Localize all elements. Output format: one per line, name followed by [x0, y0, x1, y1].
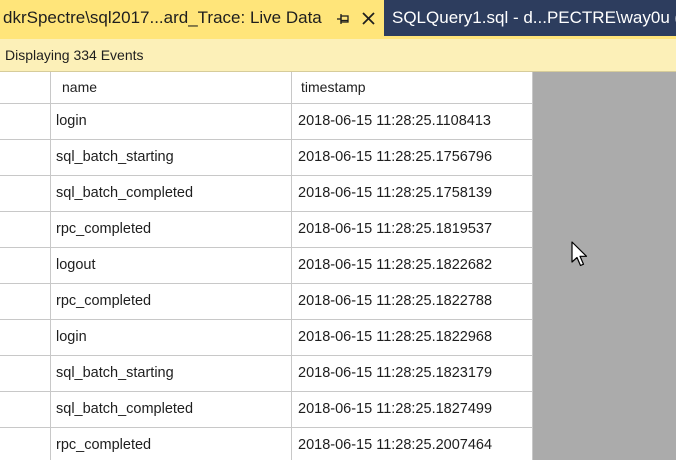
cell-name[interactable]: sql_batch_completed: [51, 176, 292, 211]
cell-name[interactable]: rpc_completed: [51, 284, 292, 319]
table-row[interactable]: sql_batch_starting 2018-06-15 11:28:25.18…: [0, 356, 533, 392]
cell-timestamp[interactable]: 2018-06-15 11:28:25.1108413: [292, 104, 533, 139]
tab-sqlquery1[interactable]: SQLQuery1.sql - d...PECTRE\way0u (: [384, 0, 676, 39]
row-selector[interactable]: [0, 428, 51, 460]
cell-name[interactable]: login: [51, 320, 292, 355]
cell-name[interactable]: login: [51, 104, 292, 139]
tab-sqlquery1-label: SQLQuery1.sql - d...PECTRE\way0u (: [392, 8, 676, 27]
row-selector[interactable]: [0, 104, 51, 139]
cell-timestamp[interactable]: 2018-06-15 11:28:25.1822788: [292, 284, 533, 319]
table-row[interactable]: sql_batch_completed 2018-06-15 11:28:25.1…: [0, 176, 533, 212]
pin-icon[interactable]: [336, 10, 350, 28]
row-selector[interactable]: [0, 284, 51, 319]
grid-header: name timestamp: [0, 72, 533, 104]
column-header-timestamp[interactable]: timestamp: [292, 72, 533, 103]
document-tab-strip: dkrSpectre\sql2017...ard_Trace: Live Dat…: [0, 0, 676, 39]
cell-timestamp[interactable]: 2018-06-15 11:28:25.1822682: [292, 248, 533, 283]
cell-name[interactable]: rpc_completed: [51, 212, 292, 247]
table-row[interactable]: logout 2018-06-15 11:28:25.1822682: [0, 248, 533, 284]
grid-body: login 2018-06-15 11:28:25.1108413 sql_batc…: [0, 104, 533, 460]
event-count-bar: Displaying 334 Events: [0, 39, 676, 72]
column-header-name[interactable]: name: [51, 72, 292, 103]
table-row[interactable]: sql_batch_completed 2018-06-15 11:28:25.1…: [0, 392, 533, 428]
cell-timestamp[interactable]: 2018-06-15 11:28:25.1758139: [292, 176, 533, 211]
cell-timestamp[interactable]: 2018-06-15 11:28:25.1756796: [292, 140, 533, 175]
cell-name[interactable]: sql_batch_completed: [51, 392, 292, 427]
table-row[interactable]: login 2018-06-15 11:28:25.1108413: [0, 104, 533, 140]
table-row[interactable]: login 2018-06-15 11:28:25.1822968: [0, 320, 533, 356]
event-count-text: Displaying 334 Events: [5, 47, 144, 63]
close-icon[interactable]: [361, 11, 376, 26]
grid-empty-area: [533, 72, 676, 460]
tab-live-data[interactable]: dkrSpectre\sql2017...ard_Trace: Live Dat…: [0, 0, 384, 39]
row-selector[interactable]: [0, 356, 51, 391]
cell-timestamp[interactable]: 2018-06-15 11:28:25.1827499: [292, 392, 533, 427]
row-selector[interactable]: [0, 320, 51, 355]
cell-timestamp[interactable]: 2018-06-15 11:28:25.2007464: [292, 428, 533, 460]
table-row[interactable]: sql_batch_starting 2018-06-15 11:28:25.17…: [0, 140, 533, 176]
cell-timestamp[interactable]: 2018-06-15 11:28:25.1823179: [292, 356, 533, 391]
row-selector-header[interactable]: [0, 72, 51, 103]
events-grid[interactable]: name timestamp login 2018-06-15 11:28:25.…: [0, 72, 533, 460]
cell-timestamp[interactable]: 2018-06-15 11:28:25.1822968: [292, 320, 533, 355]
row-selector[interactable]: [0, 212, 51, 247]
tab-live-data-label: dkrSpectre\sql2017...ard_Trace: Live Dat…: [3, 8, 322, 27]
cell-name[interactable]: sql_batch_starting: [51, 356, 292, 391]
row-selector[interactable]: [0, 248, 51, 283]
mouse-pointer-icon: [571, 241, 588, 267]
cell-timestamp[interactable]: 2018-06-15 11:28:25.1819537: [292, 212, 533, 247]
row-selector[interactable]: [0, 176, 51, 211]
table-row[interactable]: rpc_completed 2018-06-15 11:28:25.2007464: [0, 428, 533, 460]
cell-name[interactable]: sql_batch_starting: [51, 140, 292, 175]
cell-name[interactable]: logout: [51, 248, 292, 283]
table-row[interactable]: rpc_completed 2018-06-15 11:28:25.1819537: [0, 212, 533, 248]
row-selector[interactable]: [0, 140, 51, 175]
cell-name[interactable]: rpc_completed: [51, 428, 292, 460]
row-selector[interactable]: [0, 392, 51, 427]
table-row[interactable]: rpc_completed 2018-06-15 11:28:25.1822788: [0, 284, 533, 320]
